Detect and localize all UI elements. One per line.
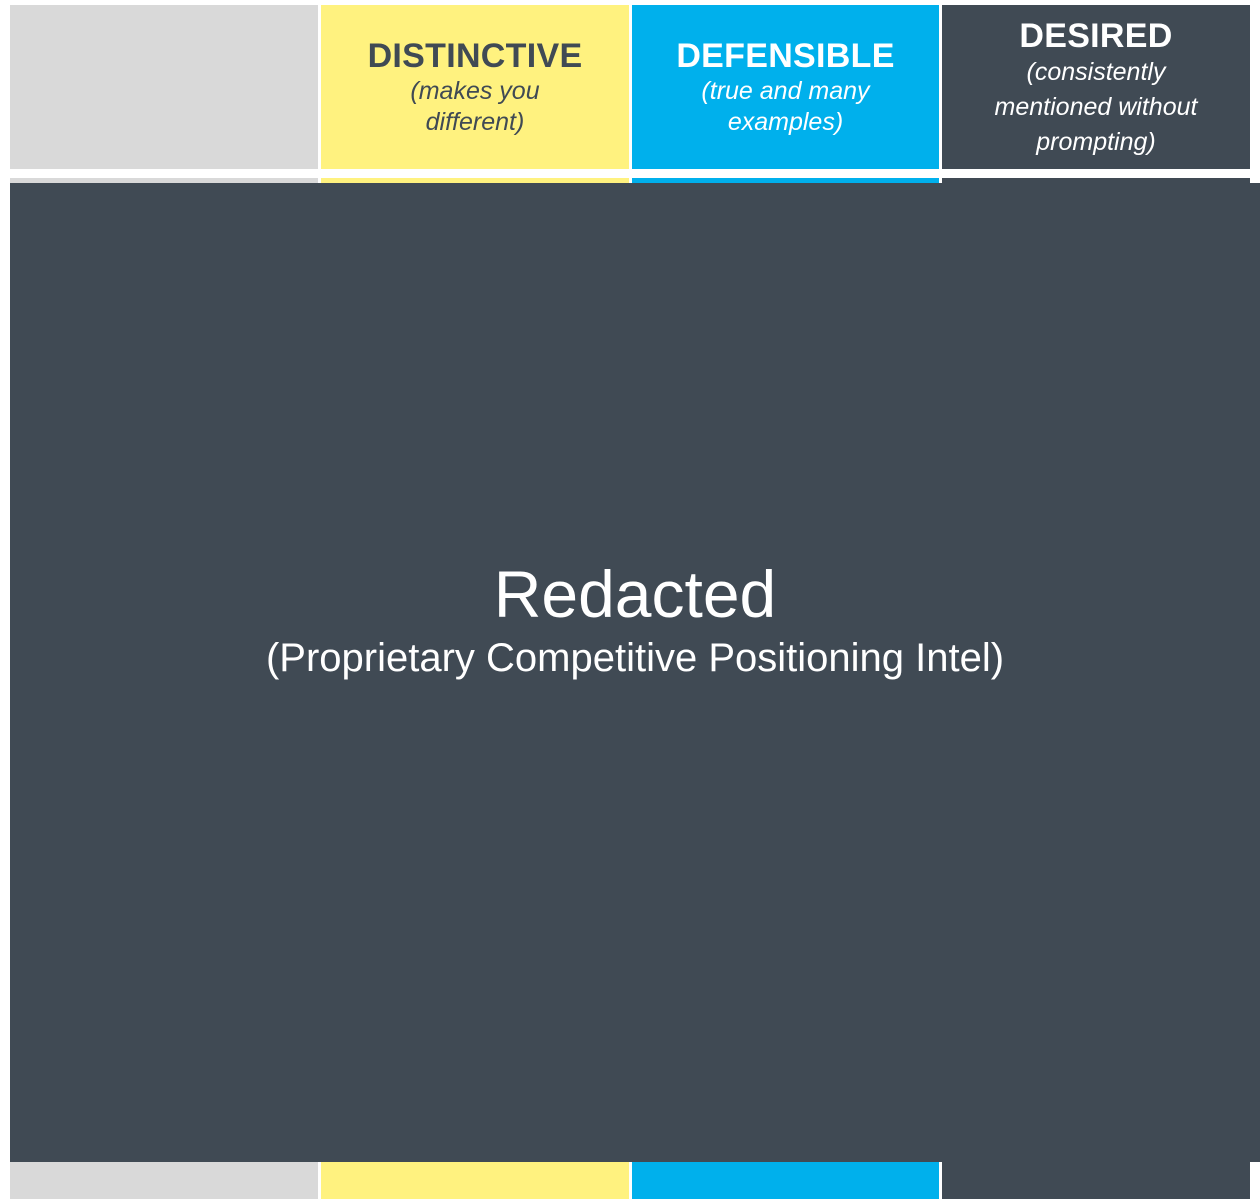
redaction-title: Redacted (493, 557, 777, 631)
header-subtitle-defensible: (true and many examples) (701, 77, 870, 136)
column-strip-distinctive-bottom (321, 1162, 629, 1199)
header-title-defensible: DEFENSIBLE (676, 37, 895, 75)
redaction-panel: Redacted (Proprietary Competitive Positi… (10, 183, 1260, 1162)
header-subtitle-desired: (consistently mentioned without promptin… (994, 58, 1198, 156)
header-cell-distinctive: DISTINCTIVE (makes you different) (321, 5, 629, 169)
header-title-desired: DESIRED (1019, 17, 1173, 55)
header-cell-defensible: DEFENSIBLE (true and many examples) (632, 5, 939, 169)
column-strip-defensible-bottom (632, 1162, 939, 1199)
header-cell-blank (10, 5, 318, 169)
header-cell-desired: DESIRED (consistently mentioned without … (942, 5, 1250, 169)
redaction-subtitle: (Proprietary Competitive Positioning Int… (265, 636, 1005, 680)
column-strip-blank-bottom (10, 1162, 318, 1199)
positioning-table: DISTINCTIVE (makes you different) DEFENS… (0, 0, 1260, 1199)
header-subtitle-distinctive: (makes you different) (410, 77, 540, 136)
header-title-distinctive: DISTINCTIVE (367, 37, 583, 75)
column-strip-desired-bottom (942, 1162, 1250, 1199)
